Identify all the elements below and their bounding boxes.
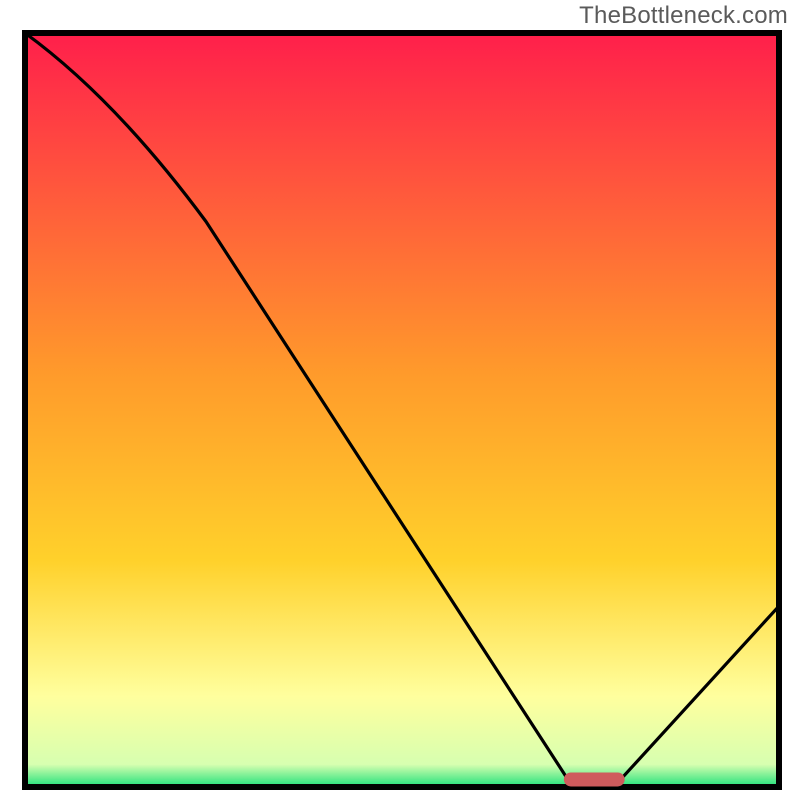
chart-svg — [22, 30, 782, 790]
chart-root: TheBottleneck.com — [0, 0, 800, 800]
heat-gradient-background — [25, 33, 779, 787]
chart-plot-area — [22, 30, 782, 790]
optimal-marker — [564, 772, 625, 786]
attribution-text: TheBottleneck.com — [579, 2, 788, 30]
